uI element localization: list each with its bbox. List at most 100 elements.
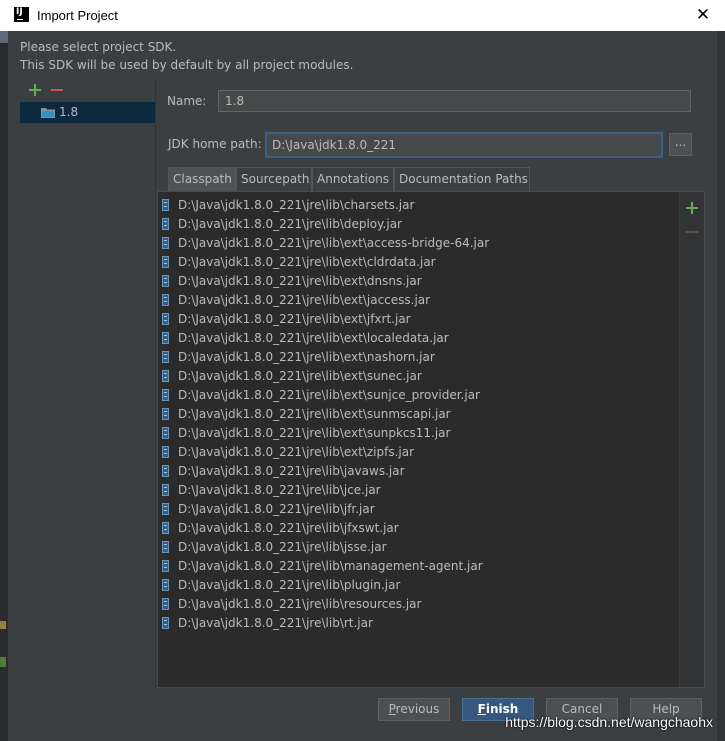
- classpath-entry: D:\Java\jdk1.8.0_221\jre\lib\javaws.jar: [178, 464, 405, 478]
- add-path-plus-icon[interactable]: [685, 201, 699, 215]
- title-bar: IJ Import Project ✕: [0, 0, 725, 32]
- jar-icon: [162, 332, 169, 344]
- classpath-entry: D:\Java\jdk1.8.0_221\jre\lib\ext\sunpkcs…: [178, 426, 451, 440]
- classpath-entry: D:\Java\jdk1.8.0_221\jre\lib\rt.jar: [178, 616, 373, 630]
- sdk-list-item[interactable]: 1.8: [20, 102, 156, 123]
- jar-icon: [162, 408, 169, 420]
- tab-documentation-paths[interactable]: Documentation Paths: [394, 167, 530, 191]
- jar-icon: [162, 199, 169, 211]
- classpath-entry: D:\Java\jdk1.8.0_221\jre\lib\ext\jfxrt.j…: [178, 312, 411, 326]
- editor-gutter-mark: [0, 657, 6, 667]
- sdk-item-label: 1.8: [59, 105, 79, 119]
- classpath-row[interactable]: D:\Java\jdk1.8.0_221\jre\lib\jfr.jar: [158, 500, 680, 519]
- classpath-entry: D:\Java\jdk1.8.0_221\jre\lib\jfxswt.jar: [178, 521, 399, 535]
- jar-icon: [162, 465, 169, 477]
- classpath-panel: D:\Java\jdk1.8.0_221\jre\lib\charsets.ja…: [157, 191, 705, 688]
- add-sdk-plus-icon[interactable]: [28, 83, 42, 97]
- classpath-entry: D:\Java\jdk1.8.0_221\jre\lib\ext\jaccess…: [178, 293, 431, 307]
- jar-icon: [162, 541, 169, 553]
- background-window-edge: [717, 31, 725, 741]
- classpath-row[interactable]: D:\Java\jdk1.8.0_221\jre\lib\rt.jar: [158, 614, 680, 633]
- jar-icon: [162, 446, 169, 458]
- jar-icon: [162, 579, 169, 591]
- classpath-row[interactable]: D:\Java\jdk1.8.0_221\jre\lib\deploy.jar: [158, 215, 680, 234]
- name-label: Name:: [167, 94, 207, 108]
- jar-icon: [162, 313, 169, 325]
- classpath-row[interactable]: D:\Java\jdk1.8.0_221\jre\lib\resources.j…: [158, 595, 680, 614]
- classpath-entry: D:\Java\jdk1.8.0_221\jre\lib\jce.jar: [178, 483, 381, 497]
- classpath-entry: D:\Java\jdk1.8.0_221\jre\lib\jsse.jar: [178, 540, 387, 554]
- classpath-row[interactable]: D:\Java\jdk1.8.0_221\jre\lib\charsets.ja…: [158, 196, 680, 215]
- classpath-entry: D:\Java\jdk1.8.0_221\jre\lib\ext\zipfs.j…: [178, 445, 415, 459]
- classpath-entry: D:\Java\jdk1.8.0_221\jre\lib\ext\dnsns.j…: [178, 274, 422, 288]
- jar-icon: [162, 237, 169, 249]
- jdk-home-path-label: JDK home path:: [168, 137, 262, 151]
- classpath-entry: D:\Java\jdk1.8.0_221\jre\lib\ext\cldrdat…: [178, 255, 436, 269]
- editor-gutter-mark: [0, 621, 6, 629]
- classpath-row[interactable]: D:\Java\jdk1.8.0_221\jre\lib\ext\sunmsca…: [158, 405, 680, 424]
- tab-classpath[interactable]: Classpath: [168, 167, 236, 191]
- classpath-row[interactable]: D:\Java\jdk1.8.0_221\jre\lib\plugin.jar: [158, 576, 680, 595]
- classpath-row[interactable]: D:\Java\jdk1.8.0_221\jre\lib\ext\nashorn…: [158, 348, 680, 367]
- editor-gutter-mark: [0, 31, 8, 43]
- classpath-row[interactable]: D:\Java\jdk1.8.0_221\jre\lib\ext\sunpkcs…: [158, 424, 680, 443]
- classpath-list: D:\Java\jdk1.8.0_221\jre\lib\charsets.ja…: [158, 192, 680, 687]
- jar-icon: [162, 522, 169, 534]
- classpath-row[interactable]: D:\Java\jdk1.8.0_221\jre\lib\management-…: [158, 557, 680, 576]
- jar-icon: [162, 617, 169, 629]
- classpath-entry: D:\Java\jdk1.8.0_221\jre\lib\deploy.jar: [178, 217, 402, 231]
- classpath-row[interactable]: D:\Java\jdk1.8.0_221\jre\lib\ext\jfxrt.j…: [158, 310, 680, 329]
- intellij-app-icon: IJ: [14, 7, 29, 22]
- classpath-row[interactable]: D:\Java\jdk1.8.0_221\jre\lib\jce.jar: [158, 481, 680, 500]
- remove-path-minus-icon[interactable]: [685, 225, 699, 239]
- header-text-line-2: This SDK will be used by default by all …: [20, 58, 354, 72]
- classpath-row[interactable]: D:\Java\jdk1.8.0_221\jre\lib\javaws.jar: [158, 462, 680, 481]
- dialog-content: Please select project SDK. This SDK will…: [8, 31, 717, 741]
- classpath-row[interactable]: D:\Java\jdk1.8.0_221\jre\lib\ext\localed…: [158, 329, 680, 348]
- classpath-entry: D:\Java\jdk1.8.0_221\jre\lib\ext\sunmsca…: [178, 407, 451, 421]
- background-editor-edge: [0, 31, 8, 741]
- import-project-dialog: IJ Import Project ✕ Please select projec…: [0, 0, 725, 741]
- sdk-list: 1.8: [20, 102, 156, 722]
- folder-icon: [41, 108, 55, 118]
- classpath-row[interactable]: D:\Java\jdk1.8.0_221\jre\lib\ext\access-…: [158, 234, 680, 253]
- jar-icon: [162, 370, 169, 382]
- classpath-entry: D:\Java\jdk1.8.0_221\jre\lib\ext\sunjce_…: [178, 388, 480, 402]
- window-title: Import Project: [37, 8, 118, 23]
- classpath-row[interactable]: D:\Java\jdk1.8.0_221\jre\lib\ext\cldrdat…: [158, 253, 680, 272]
- classpath-row[interactable]: D:\Java\jdk1.8.0_221\jre\lib\ext\sunjce_…: [158, 386, 680, 405]
- classpath-entry: D:\Java\jdk1.8.0_221\jre\lib\ext\access-…: [178, 236, 490, 250]
- remove-sdk-minus-icon[interactable]: [50, 83, 64, 97]
- jar-icon: [162, 275, 169, 287]
- classpath-entry: D:\Java\jdk1.8.0_221\jre\lib\jfr.jar: [178, 502, 375, 516]
- jar-icon: [162, 294, 169, 306]
- classpath-entry: D:\Java\jdk1.8.0_221\jre\lib\charsets.ja…: [178, 198, 415, 212]
- header-text-line-1: Please select project SDK.: [20, 40, 177, 54]
- tab-annotations[interactable]: Annotations: [312, 167, 394, 191]
- splitter[interactable]: [155, 78, 156, 688]
- jar-icon: [162, 351, 169, 363]
- close-icon[interactable]: ✕: [693, 5, 713, 25]
- classpath-entry: D:\Java\jdk1.8.0_221\jre\lib\ext\sunec.j…: [178, 369, 422, 383]
- jdk-home-path-field[interactable]: [265, 132, 663, 158]
- name-field[interactable]: [218, 90, 691, 112]
- browse-button[interactable]: ...: [669, 133, 692, 156]
- classpath-toolbar: [679, 192, 704, 687]
- jar-icon: [162, 503, 169, 515]
- jar-icon: [162, 218, 169, 230]
- classpath-row[interactable]: D:\Java\jdk1.8.0_221\jre\lib\jsse.jar: [158, 538, 680, 557]
- classpath-row[interactable]: D:\Java\jdk1.8.0_221\jre\lib\ext\zipfs.j…: [158, 443, 680, 462]
- jar-icon: [162, 256, 169, 268]
- watermark-url: https://blog.csdn.net/wangchaohx: [505, 714, 713, 730]
- classpath-row[interactable]: D:\Java\jdk1.8.0_221\jre\lib\ext\sunec.j…: [158, 367, 680, 386]
- classpath-entry: D:\Java\jdk1.8.0_221\jre\lib\ext\nashorn…: [178, 350, 435, 364]
- classpath-entry: D:\Java\jdk1.8.0_221\jre\lib\resources.j…: [178, 597, 422, 611]
- jar-icon: [162, 598, 169, 610]
- tab-sourcepath[interactable]: Sourcepath: [236, 167, 312, 191]
- previous-button[interactable]: Previous: [378, 698, 450, 721]
- jar-icon: [162, 427, 169, 439]
- jar-icon: [162, 484, 169, 496]
- classpath-row[interactable]: D:\Java\jdk1.8.0_221\jre\lib\ext\dnsns.j…: [158, 272, 680, 291]
- classpath-row[interactable]: D:\Java\jdk1.8.0_221\jre\lib\jfxswt.jar: [158, 519, 680, 538]
- classpath-row[interactable]: D:\Java\jdk1.8.0_221\jre\lib\ext\jaccess…: [158, 291, 680, 310]
